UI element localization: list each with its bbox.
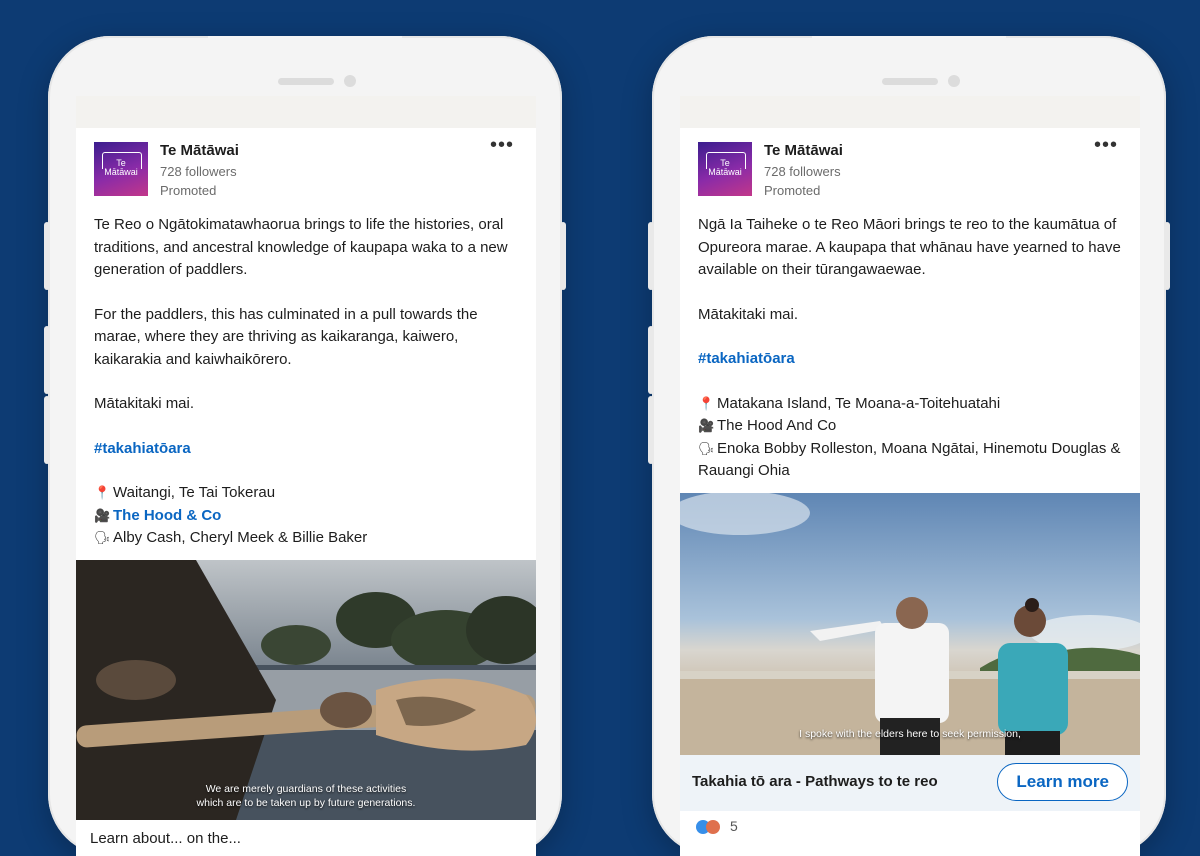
post-body: Ngā Ia Taiheke o te Reo Māori brings te … [680, 202, 1140, 483]
speakers-text: Enoka Bobby Rolleston, Moana Ngātai, Hin… [698, 440, 1121, 480]
love-icon [706, 820, 720, 834]
post-paragraph: Te Reo o Ngātokimatawhaorua brings to li… [94, 214, 518, 282]
phone-side-button [648, 326, 654, 394]
status-bar [76, 96, 536, 128]
company-logo[interactable]: Te Mātāwai [94, 142, 148, 196]
post-video[interactable]: I spoke with the elders here to seek per… [680, 493, 1140, 755]
link-preview-title[interactable]: Learn about... on the... [76, 820, 536, 856]
right-phone-mockup: Te Mātāwai Te Mātāwai 728 followers Prom… [652, 36, 1166, 856]
author-name[interactable]: Te Mātāwai [160, 142, 239, 159]
phone-side-button [560, 222, 566, 290]
phone-camera [344, 75, 356, 87]
location-text: Matakana Island, Te Moana-a-Toitehuatahi [717, 395, 1000, 412]
video-caption: We are merely guardians of these activit… [76, 782, 536, 796]
reaction-count: 5 [730, 818, 738, 834]
phone-notch [812, 36, 1006, 102]
post-body: Te Reo o Ngātokimatawhaorua brings to li… [76, 202, 536, 550]
video-caption: I spoke with the elders here to seek per… [680, 727, 1140, 741]
reaction-icons [696, 820, 720, 835]
video-caption: which are to be taken up by future gener… [76, 796, 536, 810]
phone-side-button [44, 222, 50, 290]
follower-count: 728 followers [160, 164, 237, 179]
post-video[interactable]: We are merely guardians of these activit… [76, 560, 536, 820]
promoted-label: Promoted [764, 183, 820, 198]
speakers-text: Alby Cash, Cheryl Meek & Billie Baker [113, 529, 367, 546]
company-logo[interactable]: Te Mātāwai [698, 142, 752, 196]
phone-side-button [44, 396, 50, 464]
pin-icon: 📍 [94, 482, 110, 505]
speaking-head-icon: 🗣 [94, 527, 110, 550]
logo-text: Te Mātāwai [708, 159, 742, 177]
production-text: The Hood And Co [717, 417, 836, 434]
speaking-head-icon: 🗣 [698, 438, 714, 461]
post-header: Te Mātāwai Te Mātāwai 728 followers Prom… [76, 128, 536, 202]
right-post-screen: Te Mātāwai Te Mātāwai 728 followers Prom… [680, 96, 1140, 856]
learn-more-button[interactable]: Learn more [997, 763, 1128, 801]
phone-camera [948, 75, 960, 87]
camera-icon: 🎥 [94, 505, 110, 528]
link-preview-bar: Takahia tō ara - Pathways to te reo Lear… [680, 755, 1140, 811]
post-header: Te Mātāwai Te Mātāwai 728 followers Prom… [680, 128, 1140, 202]
phone-notch [208, 36, 402, 102]
call-to-watch: Mātakitaki mai. [698, 304, 1122, 327]
phone-side-button [648, 396, 654, 464]
location-text: Waitangi, Te Tai Tokerau [113, 484, 275, 501]
phone-side-button [1164, 222, 1170, 290]
production-link[interactable]: The Hood & Co [113, 507, 221, 524]
link-preview-title[interactable]: Takahia tō ara - Pathways to te reo [692, 773, 938, 790]
post-paragraph: Ngā Ia Taiheke o te Reo Māori brings te … [698, 214, 1122, 282]
reactions-row[interactable]: 5 [680, 811, 1140, 841]
follower-count: 728 followers [764, 164, 841, 179]
camera-icon: 🎥 [698, 415, 714, 438]
phone-side-button [44, 326, 50, 394]
call-to-watch: Mātakitaki mai. [94, 393, 518, 416]
promoted-label: Promoted [160, 183, 216, 198]
hashtag-link[interactable]: #takahiatōara [94, 440, 191, 457]
video-frame-illustration [76, 560, 536, 820]
status-bar [680, 96, 1140, 128]
hashtag-link[interactable]: #takahiatōara [698, 350, 795, 367]
phone-side-button [648, 222, 654, 290]
left-phone-mockup: Te Mātāwai Te Mātāwai 728 followers Prom… [48, 36, 562, 856]
logo-text: Te Mātāwai [104, 159, 138, 177]
phone-speaker [882, 78, 938, 85]
more-options-icon[interactable]: ••• [1094, 134, 1118, 157]
left-post-screen: Te Mātāwai Te Mātāwai 728 followers Prom… [76, 96, 536, 856]
video-frame-illustration [680, 493, 1140, 755]
post-paragraph: For the paddlers, this has culminated in… [94, 304, 518, 372]
phone-speaker [278, 78, 334, 85]
author-name[interactable]: Te Mātāwai [764, 142, 843, 159]
more-options-icon[interactable]: ••• [490, 134, 514, 157]
pin-icon: 📍 [698, 393, 714, 416]
